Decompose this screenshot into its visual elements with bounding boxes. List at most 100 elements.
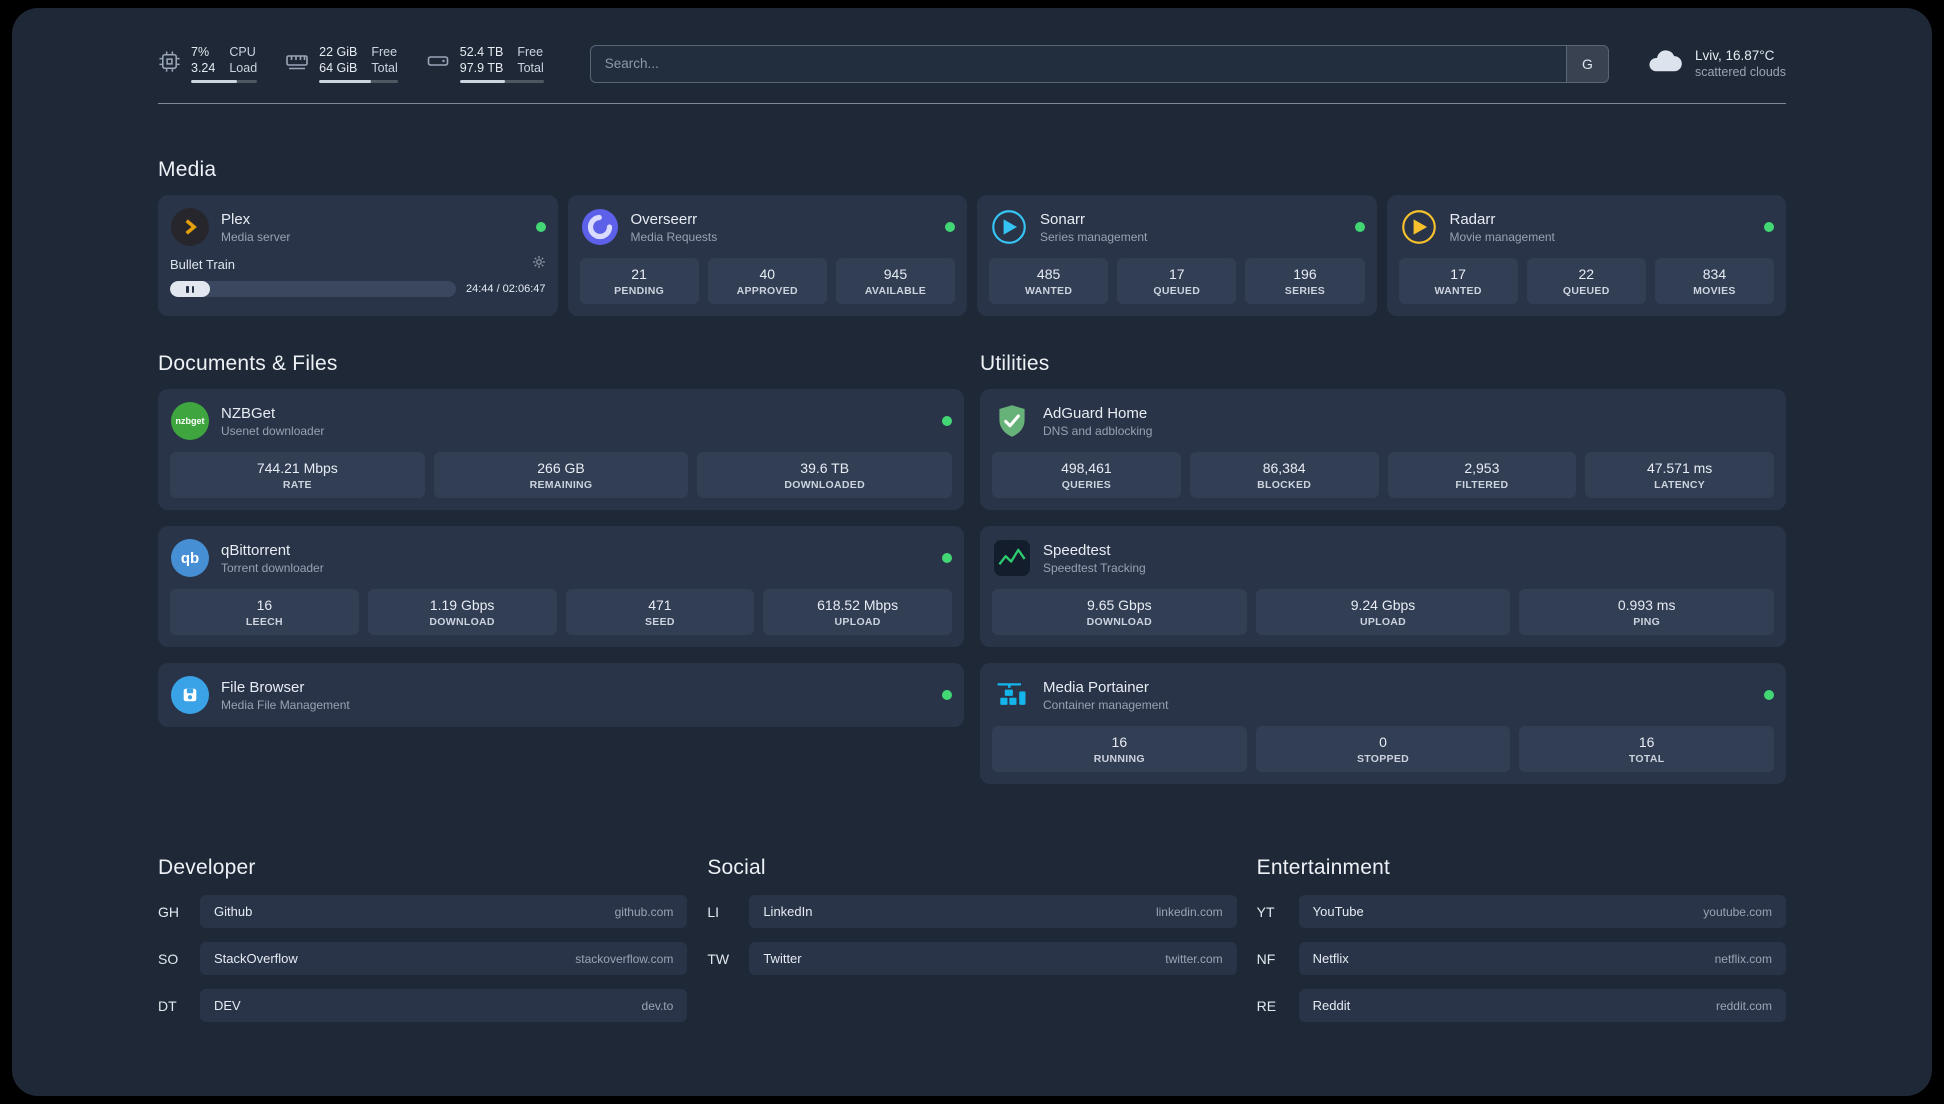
cpu-usage-label: CPU: [229, 44, 256, 59]
section-title-entertainment: Entertainment: [1256, 856, 1390, 879]
section-title-media: Media: [158, 158, 217, 181]
bookmark-abbr: SO: [158, 950, 179, 967]
bookmark-name: Twitter: [763, 951, 802, 966]
stat-total: 16 TOTAL: [1519, 726, 1775, 772]
bookmark-url: github.com: [614, 904, 674, 919]
sonarr-card[interactable]: Sonarr Series management 485 WANTED 17 Q…: [977, 195, 1377, 316]
cpu-progress-bar: [191, 80, 258, 84]
memory-icon: [285, 49, 309, 78]
service-name: qBittorrent: [221, 541, 291, 559]
nzbget-card[interactable]: nzbget NZBGet Usenet downloader 744.21 M…: [158, 389, 964, 510]
playback-time: 24:44 / 02:06:47: [465, 283, 546, 295]
bookmark-url: dev.to: [641, 998, 674, 1013]
bookmark-netflix[interactable]: NF Netflix netflix.com: [1257, 942, 1786, 975]
filebrowser-card[interactable]: File Browser Media File Management: [158, 663, 964, 727]
section-title-utilities: Utilities: [980, 352, 1050, 375]
search-box: G: [589, 44, 1609, 83]
bookmark-abbr: RE: [1256, 997, 1277, 1014]
plex-icon: [170, 207, 210, 247]
stat-download: 9.65 Gbps DOWNLOAD: [992, 589, 1247, 635]
bookmark-url: linkedin.com: [1155, 904, 1223, 919]
stat-leech: 16 LEECH: [170, 589, 359, 635]
status-dot: [1764, 222, 1774, 232]
memory-progress-bar: [319, 80, 398, 84]
status-dot: [945, 222, 955, 232]
plex-now-playing: Bullet Train 24:44 / 02:06:47: [170, 255, 546, 297]
disk-free-value: 52.4 TB: [459, 44, 504, 59]
overseerr-card[interactable]: Overseerr Media Requests 21 PENDING 40 A…: [567, 195, 967, 316]
bookmark-github[interactable]: GH Github github.com: [158, 895, 688, 928]
adguard-card[interactable]: AdGuard Home DNS and adblocking 498,461 …: [980, 389, 1786, 510]
stat-seed: 471 SEED: [565, 589, 755, 635]
bookmark-dev[interactable]: DT DEV dev.to: [158, 989, 688, 1022]
qbittorrent-card[interactable]: qb qBittorrent Torrent downloader 16 LEE…: [158, 526, 964, 647]
stat-queued: 17 QUEUED: [1117, 258, 1237, 304]
portainer-icon: [992, 675, 1032, 715]
bookmark-twitter[interactable]: TW Twitter twitter.com: [707, 942, 1237, 975]
bookmark-url: netflix.com: [1714, 951, 1772, 966]
stat-rate: 744.21 Mbps RATE: [170, 452, 425, 498]
bookmark-linkedin[interactable]: LI LinkedIn linkedin.com: [707, 895, 1237, 928]
bookmark-stackoverflow[interactable]: SO StackOverflow stackoverflow.com: [158, 942, 688, 975]
service-desc: Usenet downloader: [221, 423, 325, 438]
player-settings-gear-icon[interactable]: [532, 255, 546, 274]
stat-stopped: 0 STOPPED: [1255, 726, 1511, 772]
status-dot: [942, 416, 952, 426]
bookmark-url: reddit.com: [1715, 998, 1772, 1013]
stat-movies: 834 MOVIES: [1654, 258, 1775, 304]
bookmark-abbr: YT: [1256, 903, 1275, 920]
bookmark-abbr: TW: [707, 950, 730, 967]
stat-pending: 21 PENDING: [579, 258, 699, 304]
stat-latency: 47.571 ms LATENCY: [1585, 452, 1774, 498]
stat-remaining: 266 GB REMAINING: [433, 452, 689, 498]
memory-total-label: Total: [371, 61, 398, 75]
stat-series: 196 SERIES: [1245, 258, 1365, 304]
service-name: AdGuard Home: [1043, 404, 1148, 422]
section-title-developer: Developer: [158, 856, 256, 879]
bookmark-reddit[interactable]: RE Reddit reddit.com: [1257, 989, 1786, 1022]
portainer-card[interactable]: Media Portainer Container management 16 …: [980, 663, 1786, 784]
search-input[interactable]: [590, 45, 1566, 82]
status-dot: [942, 690, 952, 700]
dashboard-app: 7% CPU 3.24 Load 22 GiB Free 64 GiB Tota…: [12, 8, 1932, 1096]
service-name: Radarr: [1449, 210, 1496, 228]
bookmark-name: Reddit: [1312, 998, 1351, 1013]
bookmark-abbr: DT: [158, 997, 177, 1014]
section-title-social: Social: [707, 856, 766, 879]
stat-queries: 498,461 QUERIES: [992, 452, 1181, 498]
bookmark-abbr: NF: [1256, 950, 1276, 967]
adguard-icon: [992, 401, 1032, 441]
speedtest-card[interactable]: Speedtest Speedtest Tracking 9.65 Gbps D…: [980, 526, 1786, 647]
bookmark-url: stackoverflow.com: [575, 951, 674, 966]
bookmark-youtube[interactable]: YT YouTube youtube.com: [1257, 895, 1786, 928]
speedtest-icon: [992, 538, 1032, 578]
cpu-load-value: 3.24: [191, 61, 216, 75]
service-desc: Movie management: [1449, 229, 1555, 244]
disk-free-label: Free: [517, 44, 544, 59]
cpu-load-label: Load: [229, 61, 258, 75]
stat-upload: 9.24 Gbps UPLOAD: [1255, 589, 1511, 635]
stat-available: 945 AVAILABLE: [835, 258, 956, 304]
weather-condition: scattered clouds: [1694, 65, 1786, 79]
service-name: Plex: [221, 210, 251, 228]
service-desc: Media File Management: [221, 697, 350, 712]
plex-card[interactable]: Plex Media server Bullet Train 24:44 / 0…: [158, 195, 558, 316]
filebrowser-icon: [170, 675, 210, 715]
pause-button[interactable]: [170, 281, 210, 297]
weather-location-temp: Lviv, 16.87°C: [1694, 48, 1775, 63]
search-provider-button[interactable]: G: [1565, 45, 1608, 82]
stat-queued: 22 QUEUED: [1526, 258, 1646, 304]
stat-blocked: 86,384 BLOCKED: [1189, 452, 1379, 498]
disk-widget: 52.4 TB Free 97.9 TB Total: [426, 44, 544, 84]
service-desc: Torrent downloader: [221, 560, 324, 575]
service-desc: DNS and adblocking: [1043, 423, 1153, 438]
radarr-icon: [1399, 207, 1439, 247]
stat-approved: 40 APPROVED: [707, 258, 827, 304]
cpu-widget: 7% CPU 3.24 Load: [158, 44, 258, 84]
bookmark-url: youtube.com: [1703, 904, 1772, 919]
playback-progress-track[interactable]: [170, 281, 456, 297]
radarr-card[interactable]: Radarr Movie management 17 WANTED 22 QUE…: [1386, 195, 1786, 316]
service-desc: Speedtest Tracking: [1043, 560, 1146, 575]
service-desc: Series management: [1040, 229, 1148, 244]
status-dot: [535, 222, 546, 232]
